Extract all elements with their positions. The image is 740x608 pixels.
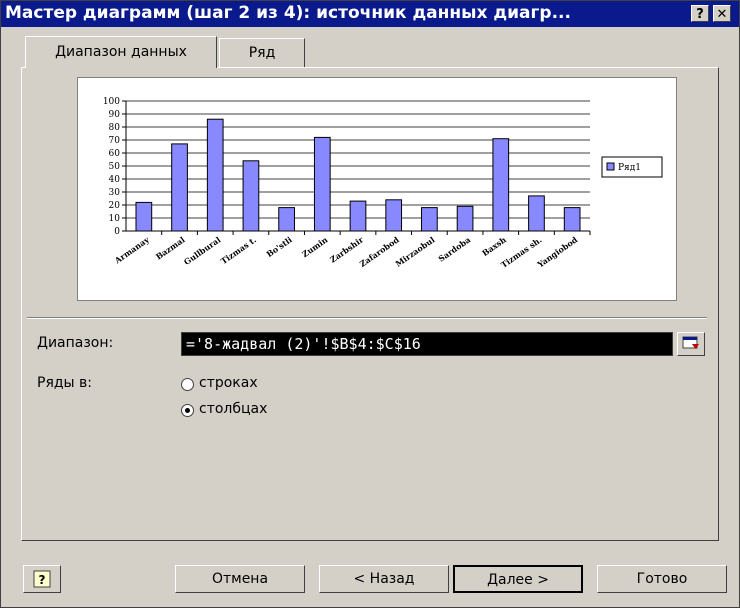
tab-data-range[interactable]: Диапазон данных xyxy=(25,36,217,68)
help-icon: ? xyxy=(33,570,51,588)
x-tick-label: Sardoba xyxy=(436,234,472,263)
cancel-button[interactable]: Отмена xyxy=(175,565,305,593)
rows-radio-label[interactable]: строках xyxy=(199,375,258,391)
close-button[interactable]: ✕ xyxy=(713,5,731,22)
bar xyxy=(563,207,581,232)
tab-series-label: Ряд xyxy=(248,45,276,61)
bar xyxy=(206,118,224,232)
x-tick-label: Armanay xyxy=(112,234,151,266)
x-tick-label: Gullbural xyxy=(182,234,223,267)
separator xyxy=(27,317,707,319)
range-label: Диапазон: xyxy=(37,335,114,351)
bar xyxy=(456,205,474,232)
chart-wizard-dialog: Мастер диаграмм (шаг 2 из 4): источник д… xyxy=(0,0,740,608)
columns-radio[interactable] xyxy=(181,404,194,417)
collapse-dialog-button[interactable] xyxy=(677,332,705,356)
bar xyxy=(242,160,260,232)
y-tick-label: 80 xyxy=(109,123,121,133)
help-button[interactable]: ? xyxy=(23,565,61,593)
y-tick-label: 90 xyxy=(109,110,121,120)
bar xyxy=(171,143,188,232)
svg-text:?: ? xyxy=(39,573,46,587)
y-tick-label: 10 xyxy=(109,214,121,224)
title-bar: Мастер диаграмм (шаг 2 из 4): источник д… xyxy=(1,1,739,27)
y-tick-label: 20 xyxy=(109,201,121,211)
series-in-label: Ряды в: xyxy=(37,375,93,391)
bar xyxy=(385,199,403,232)
x-tick-label: Zumin xyxy=(300,234,330,259)
legend-label: Ряд1 xyxy=(618,163,641,173)
bar xyxy=(278,207,295,232)
window-title: Мастер диаграмм (шаг 2 из 4): источник д… xyxy=(5,3,571,23)
y-tick-label: 50 xyxy=(109,162,121,172)
tab-data-range-label: Диапазон данных xyxy=(55,44,187,60)
radio-selected-dot xyxy=(185,408,190,413)
rows-radio[interactable] xyxy=(181,378,194,391)
bar-chart: 0 10 20 30 40 50 60 70 80 90 100 Armanay BazmalGullb… xyxy=(103,97,663,270)
bar xyxy=(421,207,438,232)
y-tick-label: 70 xyxy=(109,136,121,146)
y-tick-label: 40 xyxy=(109,175,121,185)
x-tick-label: Tizmas t. xyxy=(219,234,258,266)
bar xyxy=(492,138,510,232)
bar xyxy=(349,200,367,232)
y-tick-label: 60 xyxy=(109,149,121,159)
tab-series[interactable]: Ряд xyxy=(219,38,305,68)
help-title-button[interactable]: ? xyxy=(691,5,709,22)
y-tick-label: 100 xyxy=(103,97,120,107)
bar xyxy=(528,195,545,232)
next-button[interactable]: Далее > xyxy=(453,565,583,593)
range-input[interactable]: ='8-жадвал (2)'!$B$4:$C$16 xyxy=(181,332,673,356)
finish-button[interactable]: Готово xyxy=(597,565,727,593)
y-tick-label: 30 xyxy=(109,188,121,198)
x-tick-label: Bo'stli xyxy=(264,234,293,259)
bar xyxy=(135,201,153,232)
y-tick-label: 0 xyxy=(114,227,120,237)
collapse-dialog-icon xyxy=(682,336,699,349)
bar xyxy=(313,136,331,232)
back-button[interactable]: < Назад xyxy=(319,565,449,593)
chart-preview: 0 10 20 30 40 50 60 70 80 90 100 Armanay Bazmal Gullb… xyxy=(77,77,677,301)
x-tick-label: Baxsh xyxy=(480,234,508,258)
x-tick-label: Bazmal xyxy=(154,234,187,261)
legend-swatch xyxy=(606,162,615,171)
columns-radio-label[interactable]: столбцах xyxy=(199,401,267,417)
x-tick-label: Mirzaobul xyxy=(393,234,436,268)
